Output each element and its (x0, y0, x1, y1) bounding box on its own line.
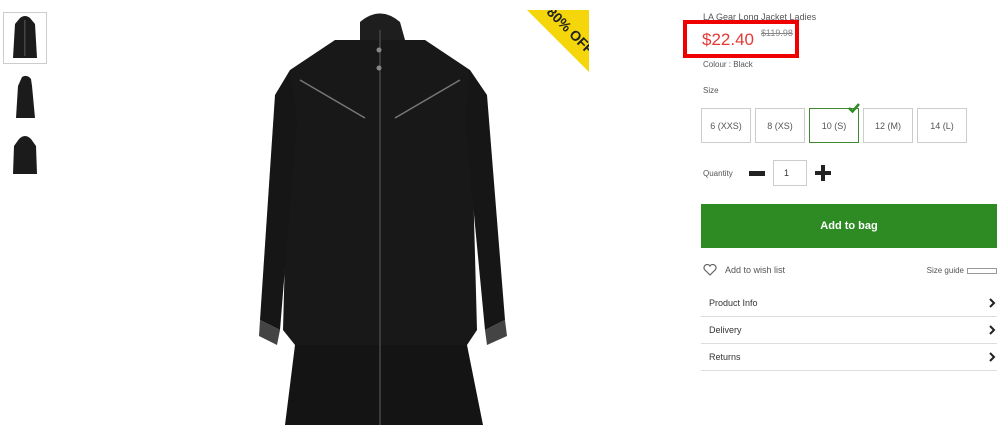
discount-badge: 80% OFF (527, 10, 589, 72)
chevron-right-icon (989, 298, 996, 308)
ruler-icon (967, 267, 997, 274)
size-guide-link[interactable]: Size guide (927, 266, 997, 275)
accordion-delivery[interactable]: Delivery (701, 317, 997, 344)
heart-icon (703, 264, 717, 276)
accordion-product-info[interactable]: Product Info (701, 290, 997, 317)
jacket-thumbnail-icon (13, 16, 37, 58)
accordion-returns[interactable]: Returns (701, 344, 997, 371)
quantity-row: Quantity 1 (703, 160, 831, 186)
chevron-right-icon (989, 352, 996, 362)
size-option-label: 10 (S) (821, 120, 847, 131)
size-selector: 6 (XXS) 8 (XS) 10 (S) 12 (M) 14 (L) (701, 103, 967, 143)
original-price: $119.98 (761, 28, 793, 38)
jacket-thumbnail-icon (16, 75, 35, 118)
wish-list-link[interactable]: Add to wish list (703, 264, 785, 276)
accordion-label: Returns (709, 352, 741, 362)
size-option[interactable]: 12 (M) (863, 108, 913, 143)
plus-icon[interactable] (815, 165, 831, 181)
product-main-image (259, 13, 507, 425)
accordion-label: Product Info (709, 298, 758, 308)
size-option-selected[interactable]: 10 (S) (809, 103, 860, 143)
checkmark-icon (848, 103, 860, 113)
size-option[interactable]: 6 (XXS) (701, 108, 751, 143)
colour-label: Colour : Black (703, 60, 753, 69)
size-guide-label: Size guide (926, 266, 964, 275)
quantity-input[interactable]: 1 (773, 160, 807, 186)
thumbnail-side[interactable] (3, 72, 47, 124)
thumbnail-back[interactable] (3, 132, 47, 184)
size-option[interactable]: 8 (XS) (755, 108, 805, 143)
minus-icon[interactable] (749, 170, 765, 176)
quantity-label: Quantity (703, 168, 733, 178)
jacket-thumbnail-icon (13, 136, 37, 174)
thumbnail-gallery (3, 12, 49, 192)
add-to-bag-button[interactable]: Add to bag (701, 204, 997, 248)
thumbnail-front[interactable] (3, 12, 47, 64)
size-option[interactable]: 14 (L) (917, 108, 967, 143)
accordion-label: Delivery (709, 325, 742, 335)
chevron-right-icon (989, 325, 996, 335)
current-price: $22.40 (702, 30, 754, 49)
size-label: Size (703, 86, 719, 95)
wish-list-label: Add to wish list (725, 265, 786, 275)
